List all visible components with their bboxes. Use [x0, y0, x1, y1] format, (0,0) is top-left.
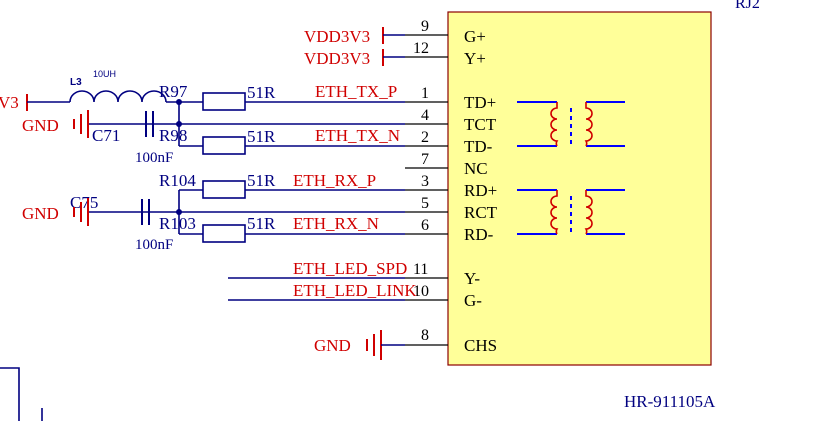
pin-name: G- [464, 291, 482, 310]
net-eth-tx-n: ETH_TX_N [315, 126, 400, 145]
l3-ref: L3 [70, 77, 82, 88]
pin-name: Y+ [464, 49, 486, 68]
r103-value: 51R [247, 214, 276, 233]
gnd-label: GND [314, 336, 351, 355]
pin-number: 8 [421, 327, 429, 344]
vdd-label: VDD3V3 [304, 49, 370, 68]
pin-name: G+ [464, 27, 486, 46]
l3-inductor[interactable] [69, 90, 167, 103]
l3-value: 10UH [93, 69, 116, 79]
vdd-port-g[interactable]: VDD3V3 [304, 27, 405, 46]
gnd-symbol-c71 [73, 110, 89, 138]
pin-name: TD- [464, 137, 493, 156]
r97-ref: R97 [159, 82, 188, 101]
gnd-label: GND [22, 116, 59, 135]
pin-name: TCT [464, 115, 497, 134]
pin-number: 11 [413, 261, 428, 278]
c71-value: 100nF [135, 150, 173, 166]
pin-name: CHS [464, 336, 497, 355]
pin-number: 6 [421, 217, 429, 234]
pin-name: RCT [464, 203, 498, 222]
c75-value: 100nF [135, 237, 173, 253]
r98-resistor[interactable] [202, 136, 246, 155]
r98-value: 51R [247, 127, 276, 146]
r104-resistor[interactable] [202, 180, 246, 199]
vdd-port-y[interactable]: VDD3V3 [304, 49, 405, 68]
r104-ref: R104 [159, 171, 196, 190]
v3-label: V3 [0, 93, 19, 112]
schematic-canvas: RJ2 HR-911105A 9 12 1 4 2 7 3 5 6 11 10 … [0, 0, 821, 421]
net-eth-rx-n: ETH_RX_N [293, 214, 379, 233]
c71-ref: C71 [92, 126, 120, 145]
pin-number: 9 [421, 18, 429, 35]
pin-name: TD+ [464, 93, 496, 112]
pin-number: 4 [421, 107, 429, 124]
pin-name: Y- [464, 269, 480, 288]
r103-ref: R103 [159, 214, 196, 233]
r104-value: 51R [247, 171, 276, 190]
vdd-label: VDD3V3 [304, 27, 370, 46]
pin-name: NC [464, 159, 488, 178]
r98-ref: R98 [159, 126, 187, 145]
pin-number: 1 [421, 85, 429, 102]
pin-number: 3 [421, 173, 429, 190]
connector-part: HR-911105A [624, 392, 716, 411]
pin-number: 7 [421, 151, 429, 168]
pin-number: 12 [413, 40, 429, 57]
pin-name: RD- [464, 225, 494, 244]
gnd-label: GND [22, 204, 59, 223]
pin-number: 2 [421, 129, 429, 146]
pin-name: RD+ [464, 181, 497, 200]
r97-value: 51R [247, 83, 276, 102]
net-eth-led-link: ETH_LED_LINK [293, 281, 417, 300]
gnd-symbol-chs [366, 330, 382, 360]
net-eth-tx-p: ETH_TX_P [315, 82, 397, 101]
net-eth-rx-p: ETH_RX_P [293, 171, 376, 190]
schematic-diagram: RJ2 HR-911105A 9 12 1 4 2 7 3 5 6 11 10 … [0, 0, 760, 421]
r103-resistor[interactable] [202, 224, 246, 243]
pin-number: 5 [421, 195, 429, 212]
partial-component-outline [0, 367, 20, 421]
r97-resistor[interactable] [202, 92, 246, 111]
net-eth-led-spd: ETH_LED_SPD [293, 259, 407, 278]
connector-ref: RJ2 [735, 0, 760, 12]
